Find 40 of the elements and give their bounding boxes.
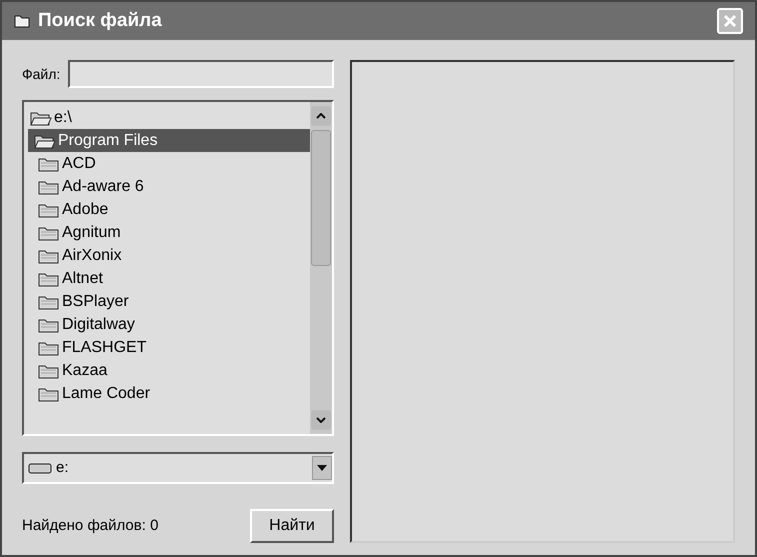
file-label: Файл: — [22, 64, 60, 84]
folder-item[interactable]: Adobe — [28, 198, 310, 221]
folder-item[interactable]: Ad-aware 6 — [28, 175, 310, 198]
folder-item[interactable]: BSPlayer — [28, 290, 310, 313]
folder-icon — [38, 202, 60, 218]
close-icon — [722, 13, 738, 29]
window-icon — [14, 14, 30, 28]
folder-icon — [38, 248, 60, 264]
window-title: Поиск файла — [38, 8, 162, 33]
scroll-up-button[interactable] — [311, 106, 331, 126]
folder-item[interactable]: Lame Coder — [28, 382, 310, 405]
folder-icon — [38, 316, 60, 332]
drive-icon — [28, 462, 52, 474]
search-button[interactable]: Найти — [250, 509, 334, 543]
folder-icon — [38, 386, 60, 402]
folder-item[interactable]: Altnet — [28, 267, 310, 290]
folder-item[interactable]: Program Files — [28, 129, 310, 152]
scrollbar[interactable] — [310, 102, 332, 434]
folder-icon — [38, 340, 60, 356]
folder-icon — [38, 270, 60, 286]
folder-item[interactable]: e:\ — [28, 106, 310, 129]
folder-icon — [38, 178, 60, 194]
folder-item[interactable]: Agnitum — [28, 221, 310, 244]
folder-icon — [38, 224, 60, 240]
open-folder-icon — [34, 132, 56, 148]
drive-dropdown[interactable]: e: — [22, 452, 334, 484]
folder-icon — [38, 294, 60, 310]
folder-item[interactable]: ACD — [28, 152, 310, 175]
file-input[interactable] — [68, 60, 334, 88]
dropdown-arrow-icon — [317, 465, 327, 471]
folder-item[interactable]: AirXonix — [28, 244, 310, 267]
folder-item[interactable]: Digitalway — [28, 313, 310, 336]
scroll-thumb[interactable] — [311, 130, 331, 266]
folder-icon — [38, 362, 60, 378]
folder-item[interactable]: FLASHGET — [28, 336, 310, 359]
open-folder-icon — [30, 110, 52, 126]
folder-item[interactable]: Kazaa — [28, 359, 310, 382]
folder-icon — [38, 156, 60, 172]
files-found-count: Найдено файлов: 0 — [22, 516, 158, 536]
scroll-down-button[interactable] — [311, 410, 331, 430]
